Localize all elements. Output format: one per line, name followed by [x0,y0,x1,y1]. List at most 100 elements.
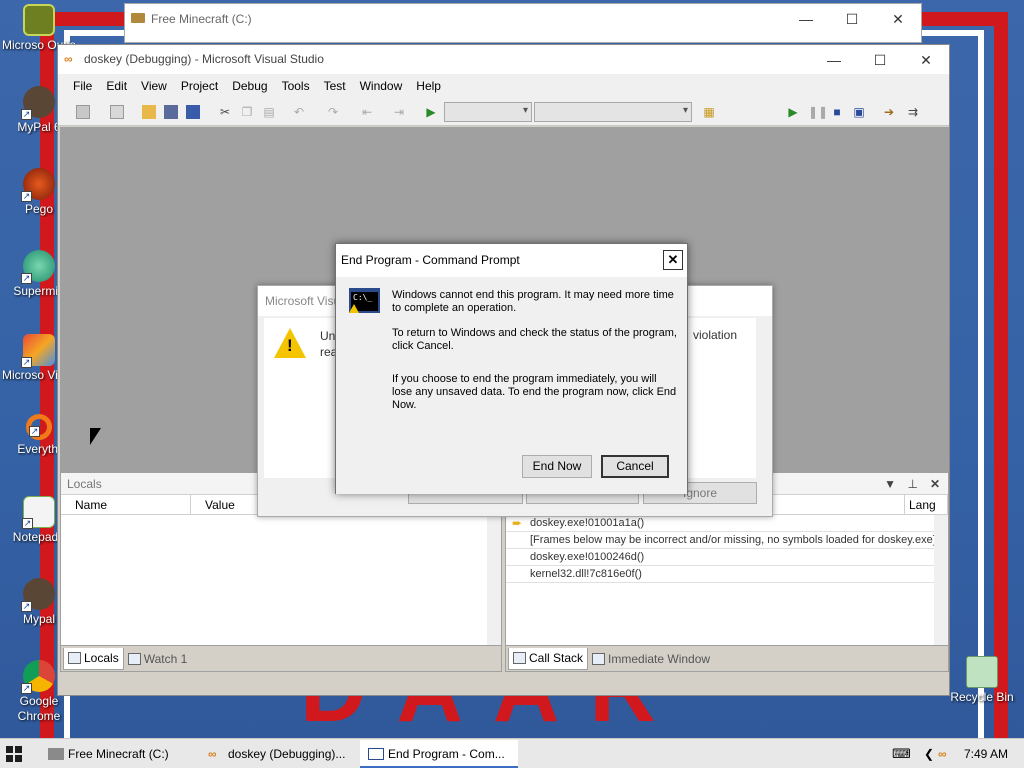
toolbar: ✂ ❐ ▤ ↶ ↷ ⇤ ⇥ ▶ ▦ ▶ ❚❚ ■ ▣ ➔ ⇉ [58,98,949,126]
end-now-button[interactable]: End Now [522,455,592,478]
taskbar-item-minecraft[interactable]: Free Minecraft (C:) [40,740,198,768]
close-button[interactable]: ✕ [875,4,921,34]
close-icon[interactable]: ✕ [930,473,940,495]
maximize-button[interactable]: ☐ [829,4,875,34]
dialog-title-bar: End Program - Command Prompt ✕ [336,244,687,277]
dialog-message-fragment: violation [693,328,738,342]
tab-label: Watch 1 [143,651,188,666]
column-header-name[interactable]: Name [61,495,191,514]
solution-platform-combo[interactable] [534,102,692,122]
notepadpp-icon: ↗ [22,496,55,529]
save-icon[interactable] [164,105,178,119]
tab-call-stack[interactable]: Call Stack [508,647,589,670]
menu-tools[interactable]: Tools [275,74,317,98]
continue-icon[interactable]: ▶ [786,105,800,119]
menu-help[interactable]: Help [409,74,448,98]
menu-file[interactable]: File [66,74,99,98]
call-stack-frame-text: [Frames below may be incorrect and/or mi… [530,534,936,546]
watch-icon [127,652,141,665]
menu-window[interactable]: Window [353,74,410,98]
call-stack-frame-text: doskey.exe!01001a1a() [530,517,645,529]
maximize-button[interactable]: ☐ [857,45,903,75]
clock[interactable]: 7:49 AM [964,739,1008,768]
restart-icon[interactable]: ▣ [852,105,866,119]
tab-locals[interactable]: Locals [63,647,124,670]
windows-logo-icon [15,746,22,753]
scrollbar[interactable] [934,515,948,645]
tab-label: Immediate Window [608,651,711,666]
tab-immediate-window[interactable]: Immediate Window [588,648,714,670]
copy-icon[interactable]: ❐ [240,105,254,119]
minecraft-explorer-window[interactable]: Free Minecraft (C:) — ☐ ✕ [124,3,922,43]
undo-icon[interactable]: ↶ [292,105,306,119]
visual-studio-tray-icon[interactable]: ∞ [938,739,947,768]
menu-debug[interactable]: Debug [225,74,274,98]
scrollbar[interactable] [487,495,501,645]
solution-configuration-combo[interactable] [444,102,532,122]
paste-icon[interactable]: ▤ [262,105,276,119]
cancel-button[interactable]: Cancel [601,455,669,478]
menu-edit[interactable]: Edit [99,74,134,98]
visual-studio-logo-icon: ∞ [64,52,73,66]
warning-icon: ! [274,328,306,358]
call-stack-row[interactable]: kernel32.dll!7c816e0f() [506,566,948,583]
redo-icon[interactable]: ↷ [326,105,340,119]
find-in-files-icon[interactable]: ▦ [702,105,716,119]
pin-icon[interactable]: ⊥ [908,473,918,495]
current-frame-arrow-icon: ➨ [512,516,523,530]
show-hidden-icons-icon[interactable]: ❮ [924,739,934,768]
close-button[interactable]: ✕ [663,250,683,270]
taskbar-item-label: End Program - Com... [388,747,505,761]
menu-test[interactable]: Test [317,74,353,98]
visual-studio-icon: ↗ [21,334,55,368]
recycle-bin-icon [966,656,998,688]
folder-icon [131,13,145,23]
break-all-icon[interactable]: ❚❚ [808,105,828,119]
add-item-icon[interactable] [110,105,124,119]
supermium-icon: ↗ [21,250,55,284]
taskbar-item-visual-studio[interactable]: ∞ doskey (Debugging)... [200,740,358,768]
open-folder-icon[interactable] [142,105,156,119]
navigate-forward-icon[interactable]: ⇥ [392,105,406,119]
stop-debugging-icon[interactable]: ■ [830,105,844,119]
taskbar-item-label: Free Minecraft (C:) [68,747,169,761]
save-all-icon[interactable] [186,105,200,119]
immediate-window-icon [592,652,606,665]
start-button[interactable] [6,746,22,762]
call-stack-frame-text: kernel32.dll!7c816e0f() [530,568,642,580]
menu-view[interactable]: View [134,74,174,98]
title-bar[interactable]: ∞ doskey (Debugging) - Microsoft Visual … [58,45,949,74]
keyboard-icon[interactable]: ⌨ [892,739,911,768]
menu-project[interactable]: Project [174,74,225,98]
desktop-icon-recycle-bin[interactable]: Recycle Bin [942,656,1022,705]
cut-icon[interactable]: ✂ [218,105,232,119]
tab-watch-1[interactable]: Watch 1 [124,648,192,670]
outlook-icon [23,4,55,36]
call-stack-row[interactable]: ➨ doskey.exe!01001a1a() [506,515,948,532]
dropdown-icon[interactable]: ▼ [884,473,896,495]
window-title: doskey (Debugging) - Microsoft Visual St… [84,52,324,66]
navigate-back-icon[interactable]: ⇤ [360,105,374,119]
folder-icon [48,748,64,760]
call-stack-row[interactable]: [Frames below may be incorrect and/or mi… [506,532,948,549]
taskbar-item-end-program[interactable]: End Program - Com... [360,740,518,768]
step-into-icon[interactable]: ⇉ [906,105,920,119]
locals-icon [68,652,81,664]
shortcut-arrow-icon: ↗ [22,518,33,529]
close-button[interactable]: ✕ [903,45,949,75]
windows-logo-icon [6,746,13,753]
new-project-icon[interactable] [76,105,90,119]
minimize-button[interactable]: — [783,4,829,34]
end-program-dialog[interactable]: End Program - Command Prompt ✕ C:\_ Wind… [335,243,688,494]
window-icon [368,748,384,760]
start-debugging-icon[interactable]: ▶ [424,105,438,119]
shortcut-arrow-icon: ↗ [21,357,32,368]
windows-logo-icon [15,755,22,762]
minimize-button[interactable]: — [811,45,857,75]
mouse-cursor-icon [90,428,101,445]
column-header-lang[interactable]: Lang [904,495,948,514]
shortcut-arrow-icon: ↗ [29,426,40,437]
message-paragraph: If you choose to end the program immedia… [392,373,677,411]
call-stack-row[interactable]: doskey.exe!0100246d() [506,549,948,566]
show-next-statement-icon[interactable]: ➔ [882,105,896,119]
